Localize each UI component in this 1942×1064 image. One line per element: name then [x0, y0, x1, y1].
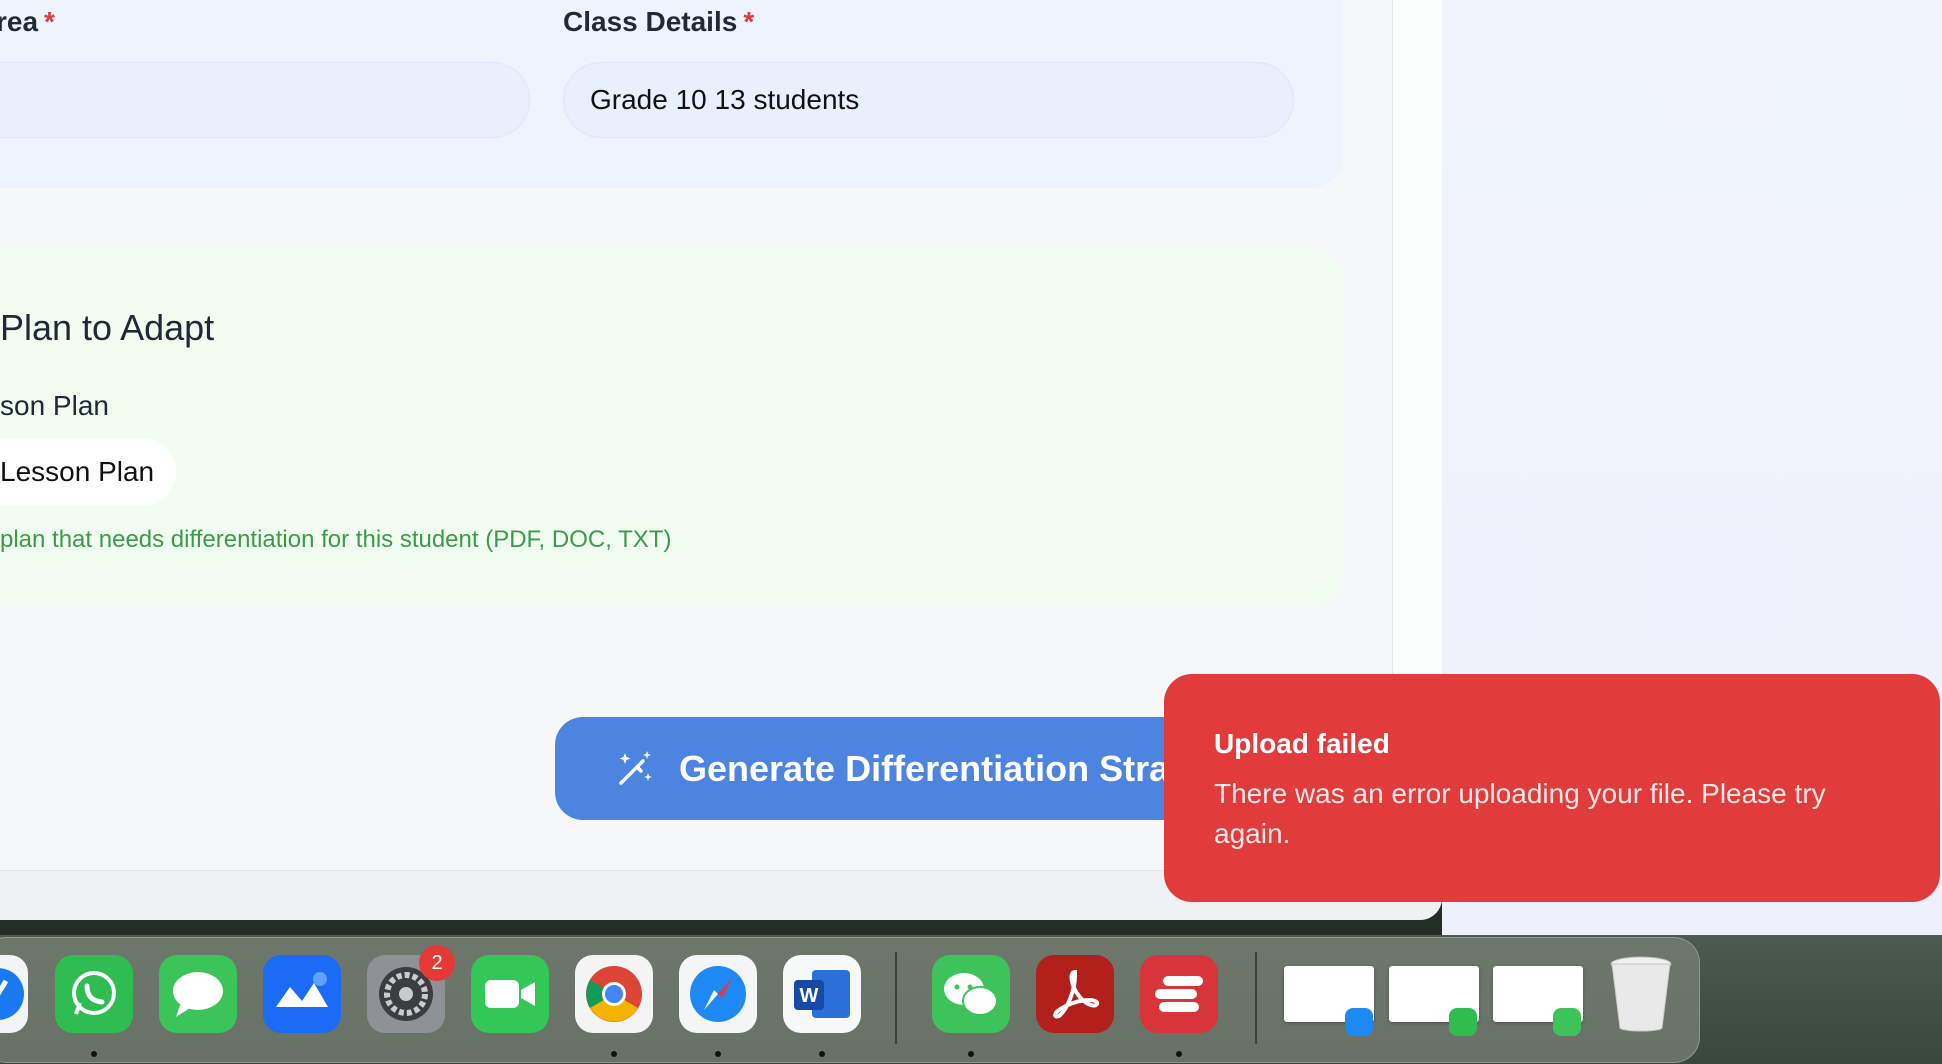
wechat-icon[interactable] [932, 955, 1010, 1033]
required-mark: * [44, 6, 55, 37]
upload-button-label: Lesson Plan [0, 456, 155, 487]
acrobat-icon[interactable] [1036, 955, 1114, 1033]
required-mark: * [743, 6, 755, 37]
lesson-section-title: Plan to Adapt [0, 307, 215, 348]
dock-running-dot [91, 1051, 97, 1057]
subject-area-label-text: rea [0, 6, 39, 37]
svg-text:W: W [800, 985, 819, 1007]
dock-app-partial-icon[interactable] [0, 955, 28, 1033]
magic-wand-icon [619, 750, 652, 785]
safari-icon[interactable] [679, 955, 757, 1033]
class-details-input[interactable]: Grade 10 13 students [563, 62, 1294, 138]
toast-title: Upload failed [1214, 728, 1390, 759]
upload-lesson-plan-button[interactable]: Lesson Plan [0, 438, 176, 506]
facetime-icon[interactable] [471, 955, 549, 1033]
dock-running-dot [611, 1051, 617, 1057]
safari-mini-icon [1345, 1008, 1373, 1036]
dock-separator [1255, 952, 1257, 1044]
chrome-icon[interactable] [575, 955, 653, 1033]
generate-differentiation-button[interactable]: Generate Differentiation Strategies [555, 717, 1255, 820]
expressvpn-icon[interactable] [1140, 955, 1218, 1033]
class-details-label: Class Details * [563, 6, 754, 38]
upload-error-toast[interactable]: Upload failed There was an error uploadi… [1164, 674, 1940, 902]
dock-separator [895, 952, 897, 1044]
dock-running-dot [819, 1051, 825, 1057]
whatsapp-icon[interactable] [55, 955, 133, 1033]
lesson-plan-label: son Plan [0, 390, 109, 421]
trash-icon[interactable] [1602, 955, 1680, 1033]
dock-running-dot [1176, 1051, 1182, 1057]
subject-area-label: rea * [0, 6, 55, 38]
wechat-mini-icon [1553, 1008, 1581, 1036]
class-details-value: Grade 10 13 students [590, 84, 860, 115]
class-details-label-text: Class Details [563, 6, 738, 37]
subject-area-input[interactable] [0, 62, 530, 138]
messages-icon[interactable] [159, 955, 237, 1033]
dock-running-dot [968, 1051, 974, 1057]
notification-badge: 2 [419, 945, 455, 981]
whatsapp-mini-icon [1449, 1008, 1477, 1036]
lark-icon[interactable] [263, 955, 341, 1033]
toast-message: There was an error uploading your file. … [1214, 778, 1826, 849]
dock-running-dot [715, 1051, 721, 1057]
word-icon[interactable]: W [783, 955, 861, 1033]
upload-hint: plan that needs differentiation for this… [0, 526, 672, 553]
